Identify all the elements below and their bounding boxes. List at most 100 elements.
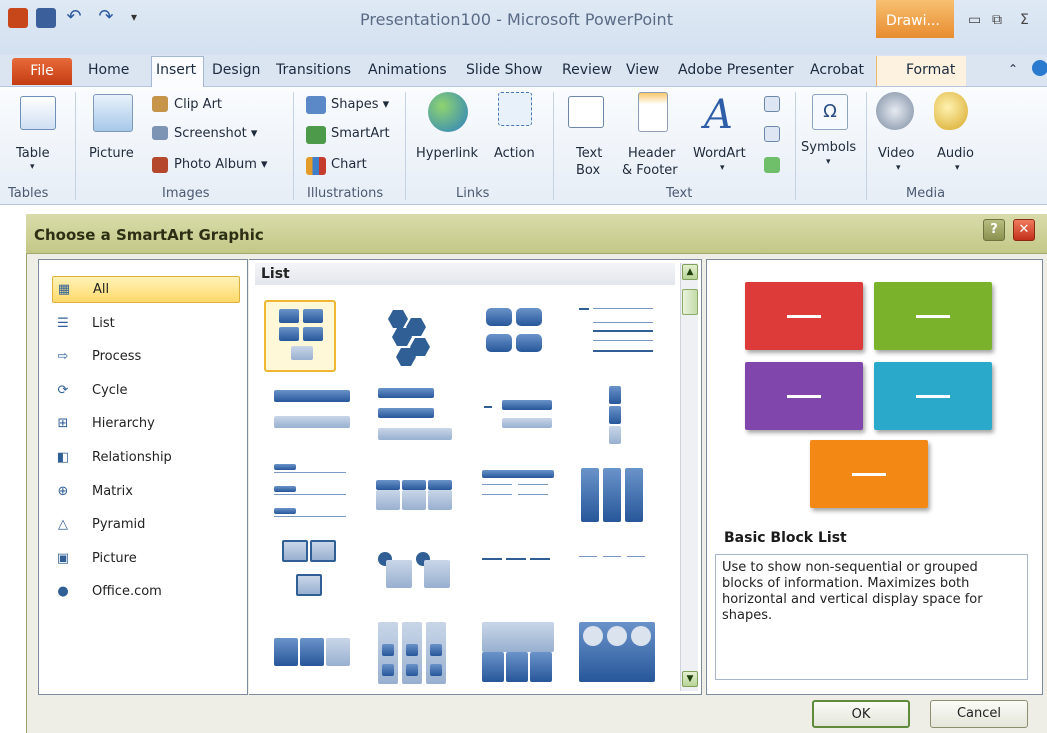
layout-bullet-lines[interactable] [478,538,550,610]
insert-object-icon[interactable] [764,126,780,142]
redo-icon[interactable]: ↷ [96,8,116,28]
category-all[interactable]: ▦ All [52,276,240,303]
slide-number-icon[interactable] [764,96,780,112]
powerpoint-app-icon[interactable] [8,8,28,28]
drawing-tools-tab[interactable]: Drawi... [876,0,954,38]
tab-review[interactable]: Review [562,62,612,78]
symbols-dropdown-icon[interactable]: ▾ [826,157,831,167]
text-box-button-line1[interactable]: Text [576,146,602,161]
category-list[interactable]: ☰ List [52,310,240,337]
shapes-button[interactable]: Shapes ▾ [331,97,389,112]
scroll-up-button[interactable]: ▲ [682,264,698,280]
tab-format[interactable]: Format [906,62,955,78]
wordart-button[interactable]: WordArt [693,146,746,161]
customize-qat-icon[interactable]: ▾ [124,8,144,28]
screenshot-button[interactable]: Screenshot ▾ [174,126,257,141]
layout-vertical-bullet-list[interactable] [270,380,350,452]
tab-adobe-presenter[interactable]: Adobe Presenter [678,62,794,78]
dialog-help-button[interactable]: ? [983,219,1005,241]
header-footer-button-line1[interactable]: Header [628,146,675,161]
layout-lined-list[interactable] [575,300,653,372]
audio-icon[interactable] [934,92,968,130]
category-matrix[interactable]: ⊕ Matrix [52,478,240,505]
tab-slide-show[interactable]: Slide Show [466,62,542,78]
save-icon[interactable] [36,8,56,28]
scroll-thumb[interactable] [682,289,698,315]
table-dropdown-icon[interactable]: ▾ [30,162,35,172]
symbols-icon[interactable]: Ω [812,94,848,130]
scroll-down-button[interactable]: ▼ [682,671,698,687]
tab-view[interactable]: View [626,62,659,78]
category-process[interactable]: ⇨ Process [52,343,240,370]
chart-button[interactable]: Chart [331,157,367,172]
tab-home[interactable]: Home [88,62,129,78]
restore-button[interactable]: ⧉ [992,12,1002,28]
category-office-com[interactable]: ● Office.com [52,578,240,605]
tab-transitions[interactable]: Transitions [276,62,351,78]
tab-file[interactable]: File [12,58,72,85]
date-time-icon[interactable] [764,157,780,173]
tab-animations[interactable]: Animations [368,62,447,78]
minimize-ribbon-icon[interactable]: ⌃ [1008,62,1018,76]
wordart-dropdown-icon[interactable]: ▾ [720,163,725,173]
tab-insert[interactable]: Insert [156,62,196,78]
layout-stacked-list[interactable] [372,380,452,452]
close-window-button[interactable]: Σ [1020,12,1029,28]
audio-dropdown-icon[interactable]: ▾ [955,163,960,173]
office-com-icon: ● [57,584,69,600]
layout-picture-caption-list[interactable] [270,538,342,610]
layout-dot-lines[interactable] [575,538,647,610]
action-button[interactable]: Action [494,146,535,161]
category-hierarchy[interactable]: ⊞ Hierarchy [52,410,240,437]
help-icon[interactable] [1032,60,1047,76]
layout-grouped-list[interactable] [372,618,446,690]
category-pyramid[interactable]: △ Pyramid [52,511,240,538]
layout-basic-block-list[interactable] [264,300,336,372]
layout-vertical-box-list[interactable] [575,458,647,530]
layout-hexagon-cluster[interactable] [378,300,450,372]
table-button[interactable]: Table [16,146,50,161]
action-icon[interactable] [498,92,532,126]
layout-trapezoid-list[interactable] [270,458,346,530]
layout-tab-list[interactable] [478,618,554,690]
category-relationship[interactable]: ◧ Relationship [52,444,240,471]
header-footer-icon[interactable] [638,92,668,132]
wordart-icon[interactable]: A [704,92,733,138]
video-dropdown-icon[interactable]: ▾ [896,163,901,173]
table-icon[interactable] [20,96,56,130]
header-footer-button-line2[interactable]: & Footer [622,163,678,178]
symbols-button[interactable]: Symbols [801,140,856,155]
layout-horizontal-bullet-list[interactable] [372,458,452,530]
photo-album-button[interactable]: Photo Album ▾ [174,157,268,172]
chart-icon [306,157,326,175]
tab-acrobat[interactable]: Acrobat [810,62,864,78]
video-button[interactable]: Video [878,146,914,161]
video-icon[interactable] [876,92,914,130]
text-box-button-line2[interactable]: Box [576,163,600,178]
hyperlink-button[interactable]: Hyperlink [416,146,478,161]
cancel-button[interactable]: Cancel [930,700,1028,728]
ok-button[interactable]: OK [812,700,910,728]
undo-icon[interactable]: ↶ [64,8,84,28]
picture-icon[interactable] [93,94,133,132]
picture-button[interactable]: Picture [89,146,134,161]
category-picture[interactable]: ▣ Picture [52,545,240,572]
layout-vertical-chevron-list[interactable] [575,380,647,452]
clip-art-button[interactable]: Clip Art [174,97,222,112]
layout-rounded-block-list[interactable] [478,300,550,372]
layout-table-list[interactable] [478,458,554,530]
audio-button[interactable]: Audio [937,146,974,161]
minimize-button[interactable]: ▭ [968,12,981,28]
layout-horizontal-box-list[interactable] [270,618,350,690]
text-box-icon[interactable] [568,96,604,128]
tab-design[interactable]: Design [212,62,260,78]
category-cycle[interactable]: ⟳ Cycle [52,377,240,404]
smartart-button[interactable]: SmartArt [331,126,390,141]
screenshot-icon [152,126,168,140]
gallery-scrollbar[interactable]: ▲ ▼ [680,263,698,691]
hyperlink-icon[interactable] [428,92,468,132]
layout-circle-accent-list[interactable] [372,538,450,610]
layout-circle-column-list[interactable] [575,618,655,690]
layout-bracket-list[interactable] [478,380,552,452]
dialog-close-button[interactable]: ✕ [1013,219,1035,241]
